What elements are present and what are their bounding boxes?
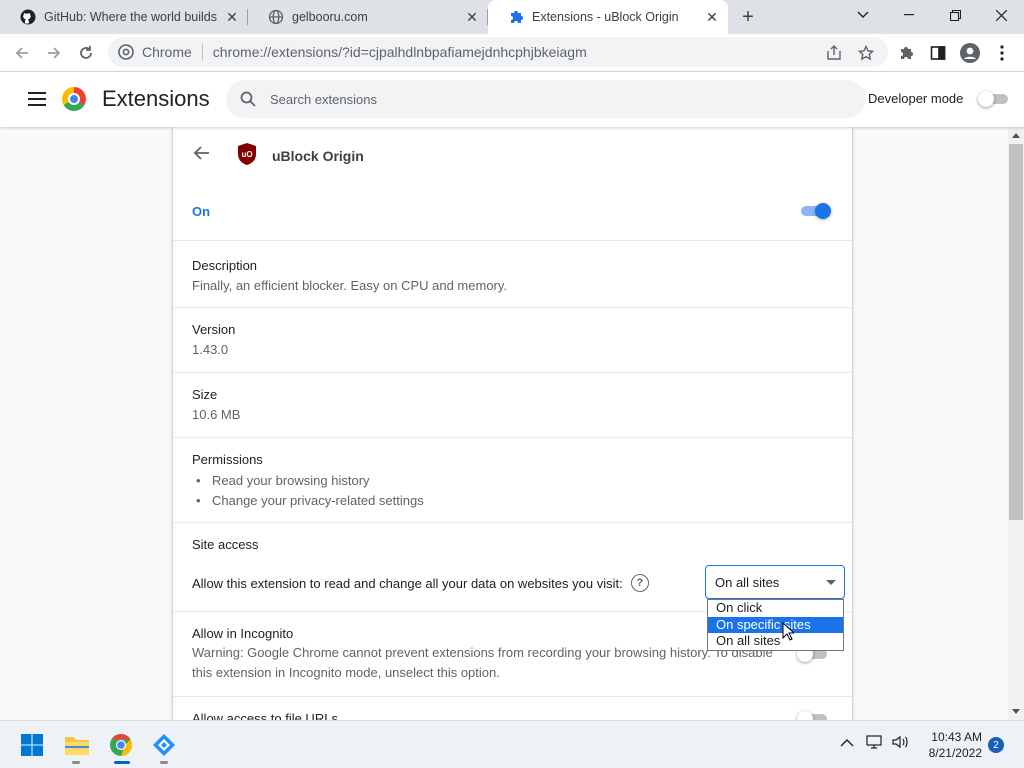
separator	[201, 44, 203, 60]
close-icon[interactable]: ✕	[464, 9, 480, 25]
permission-item: Read your browsing history	[192, 471, 852, 491]
tab-search-icon[interactable]	[840, 0, 886, 30]
enabled-label: On	[192, 204, 211, 219]
system-clock[interactable]: 10:43 AM 8/21/2022	[918, 729, 982, 761]
chrome-taskbar-icon[interactable]	[107, 731, 135, 759]
developer-mode-toggle[interactable]	[978, 91, 1010, 107]
file-explorer-icon[interactable]	[63, 731, 91, 759]
taskbar-indicator	[72, 761, 80, 764]
description-label: Description	[192, 258, 258, 273]
notification-badge[interactable]: 2	[988, 737, 1004, 753]
extension-name: uBlock Origin	[272, 148, 364, 164]
tab-github[interactable]: GitHub: Where the world builds s ✕	[0, 0, 248, 34]
menu-kebab-icon[interactable]	[988, 39, 1016, 67]
tab-gelbooru[interactable]: gelbooru.com ✕	[248, 0, 488, 34]
tab-title: GitHub: Where the world builds s	[44, 10, 218, 24]
site-access-row: Allow this extension to read and change …	[192, 574, 649, 592]
app-diamond-icon[interactable]	[150, 731, 178, 759]
puzzle-icon	[508, 9, 524, 25]
close-icon[interactable]: ✕	[704, 9, 720, 25]
site-access-select[interactable]: On all sites	[705, 565, 845, 599]
browser-toolbar: Chrome chrome://extensions/?id=cjpalhdln…	[0, 34, 1024, 72]
dropdown-option-on-specific-sites[interactable]: On specific sites	[708, 616, 843, 633]
profile-avatar-icon[interactable]	[956, 39, 984, 67]
site-access-prompt: Allow this extension to read and change …	[192, 575, 623, 591]
extension-enabled-toggle[interactable]	[801, 203, 833, 219]
taskbar-indicator	[160, 761, 168, 764]
reload-button[interactable]	[72, 39, 100, 67]
clock-date: 8/21/2022	[928, 746, 982, 760]
site-access-selected-value: On all sites	[715, 574, 780, 590]
page-scrollbar[interactable]	[1008, 127, 1024, 720]
chrome-icon	[118, 44, 134, 60]
chevron-up-icon[interactable]	[840, 735, 854, 751]
permissions-list: Read your browsing history Change your p…	[192, 471, 852, 511]
scroll-up-arrow-icon[interactable]	[1012, 133, 1020, 138]
new-tab-button[interactable]: +	[736, 5, 760, 29]
version-section: Version 1.43.0	[173, 308, 852, 373]
clock-time: 10:43 AM	[931, 730, 982, 744]
version-label: Version	[192, 322, 236, 337]
github-icon	[20, 9, 36, 25]
back-arrow-icon[interactable]	[193, 145, 211, 166]
close-window-button[interactable]	[978, 0, 1024, 30]
share-icon[interactable]	[820, 39, 848, 67]
description-value: Finally, an efficient blocker. Easy on C…	[192, 278, 508, 293]
search-input[interactable]	[270, 91, 830, 107]
file-urls-label: Allow access to file URLs	[192, 711, 338, 720]
tab-strip: GitHub: Where the world builds s ✕ gelbo…	[0, 0, 1024, 34]
address-bar[interactable]: Chrome chrome://extensions/?id=cjpalhdln…	[108, 37, 888, 67]
version-value: 1.43.0	[192, 342, 229, 357]
tab-extensions[interactable]: Extensions - uBlock Origin ✕	[488, 0, 728, 34]
windows-taskbar: 10:43 AM 8/21/2022 2	[0, 720, 1024, 768]
site-access-dropdown-list: On click On specific sites On all sites	[707, 599, 844, 651]
windows-start-icon[interactable]	[18, 731, 46, 759]
taskbar-indicator-active	[114, 761, 130, 764]
permissions-label: Permissions	[192, 452, 263, 467]
incognito-warning: Warning: Google Chrome cannot prevent ex…	[192, 645, 773, 680]
chevron-down-icon	[826, 580, 836, 585]
size-section: Size 10.6 MB	[173, 373, 852, 438]
back-button[interactable]	[8, 39, 36, 67]
restore-button[interactable]	[932, 0, 978, 30]
scrollbar-thumb[interactable]	[1009, 144, 1023, 520]
size-value: 10.6 MB	[192, 407, 241, 422]
ublock-logo-icon: uO	[236, 142, 258, 166]
minimize-button[interactable]	[886, 0, 932, 30]
chrome-logo	[62, 87, 86, 111]
main-content: uO uBlock Origin On Description Finally,…	[0, 127, 1008, 720]
extensions-header: Extensions Developer mode	[0, 72, 1024, 127]
forward-button[interactable]	[40, 39, 68, 67]
close-icon[interactable]: ✕	[224, 9, 240, 25]
help-icon[interactable]: ?	[630, 574, 649, 592]
permissions-section: Permissions Read your browsing history C…	[173, 438, 852, 523]
dropdown-option-on-click[interactable]: On click	[708, 600, 843, 617]
svg-text:uO: uO	[241, 150, 252, 159]
volume-icon[interactable]	[891, 734, 909, 753]
scroll-down-arrow-icon[interactable]	[1012, 709, 1020, 714]
file-urls-toggle[interactable]	[797, 711, 829, 720]
extensions-puzzle-icon[interactable]	[892, 39, 920, 67]
mouse-cursor-icon	[782, 621, 796, 644]
bookmark-star-icon[interactable]	[852, 39, 880, 67]
tab-title: gelbooru.com	[292, 10, 368, 24]
page-title: Extensions	[102, 86, 210, 111]
network-icon[interactable]	[866, 734, 884, 753]
site-access-label: Site access	[192, 537, 259, 552]
tab-title: Extensions - uBlock Origin	[532, 10, 679, 24]
site-label: Chrome	[142, 44, 192, 60]
search-icon	[240, 91, 256, 107]
size-label: Size	[192, 387, 218, 402]
developer-mode-label: Developer mode	[868, 91, 964, 106]
permission-item: Change your privacy-related settings	[192, 491, 852, 511]
file-urls-section: Allow access to file URLs	[173, 697, 852, 720]
description-section: Description Finally, an efficient blocke…	[173, 240, 852, 308]
globe-icon	[268, 9, 284, 25]
url-text: chrome://extensions/?id=cjpalhdlnbpafiam…	[212, 44, 587, 60]
side-panel-icon[interactable]	[924, 39, 952, 67]
search-box[interactable]	[226, 80, 866, 118]
dropdown-option-on-all-sites[interactable]: On all sites	[708, 633, 843, 650]
hamburger-menu-icon[interactable]	[28, 92, 46, 106]
